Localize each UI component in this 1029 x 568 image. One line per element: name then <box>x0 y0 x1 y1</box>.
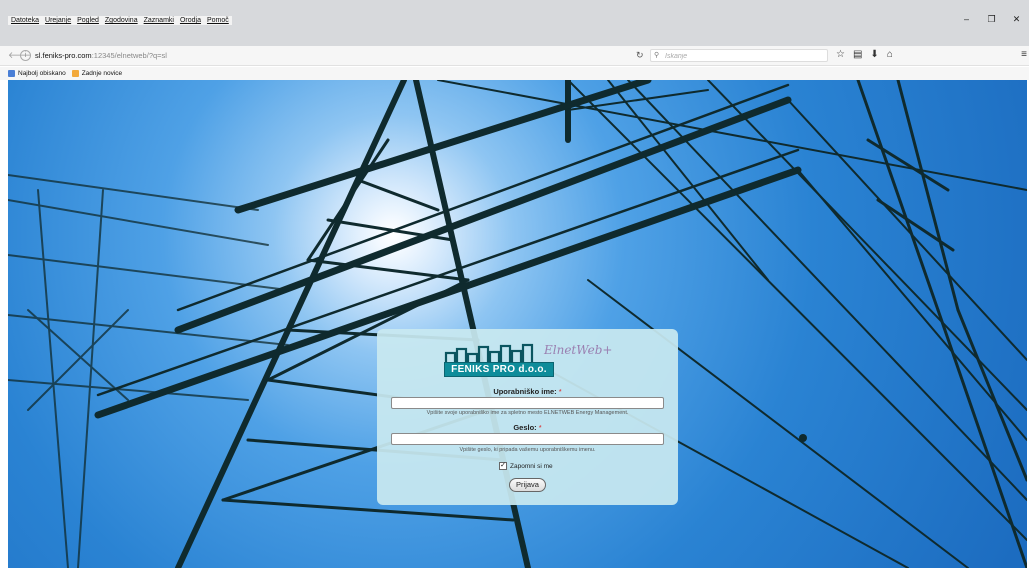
bookmark-label: Zadnje novice <box>81 70 123 77</box>
username-hint: Vpišite svoje uporabniško ime za spletno… <box>426 410 629 416</box>
bookmark-label: Najbolj obiskano <box>18 70 66 77</box>
remember-me-label: Zapomni si me <box>510 462 553 470</box>
menu-file[interactable]: Datoteka <box>11 17 39 24</box>
download-icon[interactable]: ⬇ <box>870 49 878 60</box>
password-label-row: Geslo: * <box>377 423 678 432</box>
window-controls: – ❐ ✕ <box>954 14 1029 25</box>
remember-me-checkbox[interactable]: ✓ <box>499 462 507 470</box>
url-host: sl.feniks-pro.com <box>35 51 92 60</box>
url-path: :12345/elnetweb/?q=sl <box>91 51 167 60</box>
username-label-row: Uporabniško ime: * <box>377 387 678 396</box>
bookmark-star-icon[interactable]: ☆ <box>836 49 845 60</box>
menu-bookmarks[interactable]: Zaznamki <box>144 17 174 24</box>
required-marker: * <box>558 387 562 396</box>
window-titlebar: Datoteka Urejanje Pogled Zgodovina Zazna… <box>0 0 1029 46</box>
folder-icon <box>71 70 79 77</box>
close-icon[interactable]: ✕ <box>1004 14 1029 25</box>
login-button[interactable]: Prijava <box>509 478 546 492</box>
menu-hamburger-icon[interactable]: ≡ <box>1021 49 1027 60</box>
logo-text: FENIKS PRO d.o.o. <box>444 362 554 377</box>
navigation-toolbar: 🡐 i sl.feniks-pro.com:12345/elnetweb/?q=… <box>0 46 1029 66</box>
restore-icon[interactable]: ❐ <box>979 14 1004 25</box>
menu-edit[interactable]: Urejanje <box>45 17 71 24</box>
menu-history[interactable]: Zgodovina <box>105 17 138 24</box>
toolbar-icons: ☆ ▤ ⬇ ⌂ <box>836 49 893 60</box>
remember-me[interactable]: ✓ Zapomni si me <box>499 462 553 470</box>
bookmark-star-icon <box>8 70 15 77</box>
company-logo: FENIKS PRO d.o.o. ElnetWeb+ <box>444 343 612 381</box>
password-hint: Vpišite geslo, ki pripada vašemu uporabn… <box>459 447 596 453</box>
menu-help[interactable]: Pomoč <box>207 17 229 24</box>
minimize-icon[interactable]: – <box>954 14 979 25</box>
username-field[interactable] <box>391 397 664 409</box>
menu-tools[interactable]: Orodja <box>180 17 201 24</box>
bookmarks-toolbar: Najbolj obiskano Zadnje novice <box>0 67 1029 80</box>
page-background: FENIKS PRO d.o.o. ElnetWeb+ Uporabniško … <box>8 80 1027 568</box>
menu-bar: Datoteka Urejanje Pogled Zgodovina Zazna… <box>8 16 232 25</box>
address-bar[interactable]: sl.feniks-pro.com:12345/elnetweb/?q=sl <box>35 51 167 60</box>
menu-view[interactable]: Pogled <box>77 17 99 24</box>
library-icon[interactable]: ▤ <box>853 49 862 60</box>
password-label: Geslo: <box>513 423 537 432</box>
search-input[interactable] <box>665 51 825 61</box>
bookmark-latest-news[interactable]: Zadnje novice <box>71 70 123 77</box>
username-label: Uporabniško ime: <box>493 387 557 396</box>
logo-script: ElnetWeb+ <box>544 343 613 357</box>
site-info-icon[interactable]: i <box>20 50 31 61</box>
password-field[interactable] <box>391 433 664 445</box>
login-panel: FENIKS PRO d.o.o. ElnetWeb+ Uporabniško … <box>377 329 678 505</box>
search-icon: ⚲ <box>654 52 660 59</box>
search-box[interactable]: ⚲ <box>650 49 828 62</box>
home-icon[interactable]: ⌂ <box>887 49 893 60</box>
bookmark-most-visited[interactable]: Najbolj obiskano <box>8 70 66 77</box>
required-marker: * <box>538 423 542 432</box>
reload-icon[interactable]: ↻ <box>636 50 644 61</box>
